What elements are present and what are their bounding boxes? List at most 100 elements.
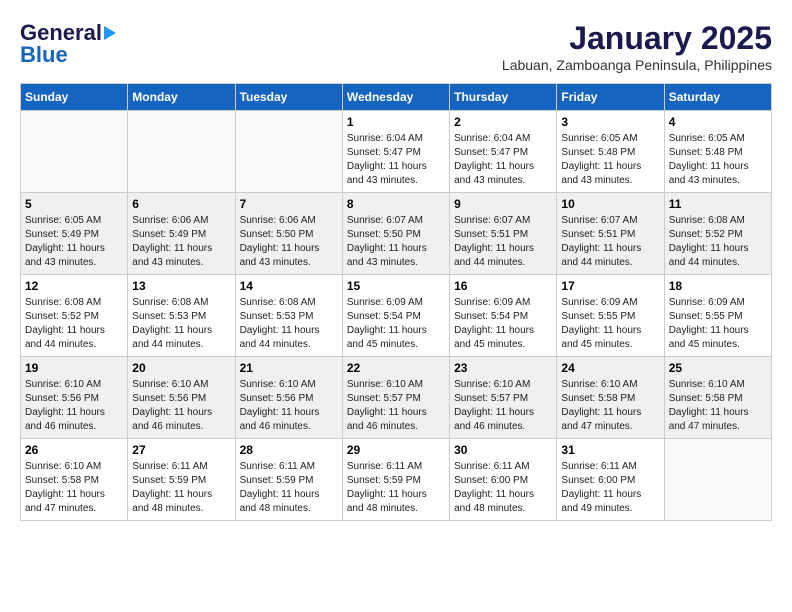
calendar-day-cell bbox=[128, 111, 235, 193]
day-number: 29 bbox=[347, 443, 445, 457]
location: Labuan, Zamboanga Peninsula, Philippines bbox=[502, 57, 772, 73]
day-info: Sunrise: 6:05 AM Sunset: 5:48 PM Dayligh… bbox=[561, 132, 659, 188]
calendar-day-cell: 27 Sunrise: 6:11 AM Sunset: 5:59 PM Dayli… bbox=[128, 439, 235, 521]
day-info: Sunrise: 6:11 AM Sunset: 6:00 PM Dayligh… bbox=[561, 460, 659, 516]
day-number: 27 bbox=[132, 443, 230, 457]
day-info: Sunrise: 6:09 AM Sunset: 5:54 PM Dayligh… bbox=[347, 296, 445, 352]
day-number: 9 bbox=[454, 197, 552, 211]
calendar-day-cell: 10Sunrise: 6:07 AM Sunset: 5:51 PM Dayli… bbox=[557, 193, 664, 275]
calendar-day-cell: 8 Sunrise: 6:07 AM Sunset: 5:50 PM Daylig… bbox=[342, 193, 449, 275]
calendar-day-cell: 15 Sunrise: 6:09 AM Sunset: 5:54 PM Dayli… bbox=[342, 275, 449, 357]
day-number: 8 bbox=[347, 197, 445, 211]
logo-arrow-icon bbox=[104, 26, 116, 40]
day-info: Sunrise: 6:08 AM Sunset: 5:52 PM Dayligh… bbox=[669, 214, 767, 270]
calendar-week-row: 26 Sunrise: 6:10 AM Sunset: 5:58 PM Dayli… bbox=[21, 439, 772, 521]
calendar-day-cell: 5 Sunrise: 6:05 AM Sunset: 5:49 PM Daylig… bbox=[21, 193, 128, 275]
calendar-day-cell: 1Sunrise: 6:04 AM Sunset: 5:47 PM Daylig… bbox=[342, 111, 449, 193]
day-info: Sunrise: 6:07 AM Sunset: 5:50 PM Dayligh… bbox=[347, 214, 445, 270]
day-header-tuesday: Tuesday bbox=[235, 84, 342, 111]
day-header-sunday: Sunday bbox=[21, 84, 128, 111]
page-header: General Blue January 2025 Labuan, Zamboa… bbox=[20, 20, 772, 73]
calendar-day-cell: 11 Sunrise: 6:08 AM Sunset: 5:52 PM Dayli… bbox=[664, 193, 771, 275]
day-info: Sunrise: 6:11 AM Sunset: 5:59 PM Dayligh… bbox=[132, 460, 230, 516]
day-number: 14 bbox=[240, 279, 338, 293]
day-info: Sunrise: 6:05 AM Sunset: 5:49 PM Dayligh… bbox=[25, 214, 123, 270]
calendar-day-cell: 29Sunrise: 6:11 AM Sunset: 5:59 PM Dayli… bbox=[342, 439, 449, 521]
calendar-day-cell: 19Sunrise: 6:10 AM Sunset: 5:56 PM Dayli… bbox=[21, 357, 128, 439]
day-number: 12 bbox=[25, 279, 123, 293]
day-number: 17 bbox=[561, 279, 659, 293]
calendar-day-cell: 20 Sunrise: 6:10 AM Sunset: 5:56 PM Dayli… bbox=[128, 357, 235, 439]
day-header-friday: Friday bbox=[557, 84, 664, 111]
calendar-week-row: 1 Sunrise: 6:04 AM Sunset: 5:47 PM Daylig… bbox=[21, 111, 772, 193]
calendar-day-cell bbox=[21, 111, 128, 193]
calendar-day-cell: 31 Sunrise: 6:11 AM Sunset: 6:00 PM Dayli… bbox=[557, 439, 664, 521]
day-number: 5 bbox=[25, 197, 123, 211]
day-info: Sunrise: 6:07 AM Sunset: 5:51 PM Dayligh… bbox=[561, 214, 659, 270]
day-info: Sunrise: 6:10 AM Sunset: 5:58 PM Dayligh… bbox=[561, 378, 659, 434]
day-info: Sunrise: 6:09 AM Sunset: 5:54 PM Dayligh… bbox=[454, 296, 552, 352]
calendar-day-cell: 21Sunrise: 6:10 AM Sunset: 5:56 PM Dayli… bbox=[235, 357, 342, 439]
title-block: January 2025 Labuan, Zamboanga Peninsula… bbox=[502, 20, 772, 73]
day-info: Sunrise: 6:04 AM Sunset: 5:47 PM Dayligh… bbox=[454, 132, 552, 188]
day-info: Sunrise: 6:10 AM Sunset: 5:56 PM Dayligh… bbox=[25, 378, 123, 434]
calendar-table: SundayMondayTuesdayWednesdayThursdayFrid… bbox=[20, 83, 772, 521]
calendar-day-cell: 12 Sunrise: 6:08 AM Sunset: 5:52 PM Dayli… bbox=[21, 275, 128, 357]
calendar-day-cell: 26 Sunrise: 6:10 AM Sunset: 5:58 PM Dayli… bbox=[21, 439, 128, 521]
calendar-header-row: SundayMondayTuesdayWednesdayThursdayFrid… bbox=[21, 84, 772, 111]
day-header-wednesday: Wednesday bbox=[342, 84, 449, 111]
calendar-day-cell: 23Sunrise: 6:10 AM Sunset: 5:57 PM Dayli… bbox=[450, 357, 557, 439]
day-info: Sunrise: 6:05 AM Sunset: 5:48 PM Dayligh… bbox=[669, 132, 767, 188]
day-number: 30 bbox=[454, 443, 552, 457]
calendar-day-cell: 16Sunrise: 6:09 AM Sunset: 5:54 PM Dayli… bbox=[450, 275, 557, 357]
calendar-day-cell: 28Sunrise: 6:11 AM Sunset: 5:59 PM Dayli… bbox=[235, 439, 342, 521]
logo: General Blue bbox=[20, 20, 116, 68]
calendar-day-cell: 18 Sunrise: 6:09 AM Sunset: 5:55 PM Dayli… bbox=[664, 275, 771, 357]
day-info: Sunrise: 6:10 AM Sunset: 5:58 PM Dayligh… bbox=[25, 460, 123, 516]
day-info: Sunrise: 6:08 AM Sunset: 5:53 PM Dayligh… bbox=[240, 296, 338, 352]
calendar-day-cell: 3Sunrise: 6:05 AM Sunset: 5:48 PM Daylig… bbox=[557, 111, 664, 193]
day-info: Sunrise: 6:09 AM Sunset: 5:55 PM Dayligh… bbox=[669, 296, 767, 352]
calendar-day-cell: 14 Sunrise: 6:08 AM Sunset: 5:53 PM Dayli… bbox=[235, 275, 342, 357]
day-number: 2 bbox=[454, 115, 552, 129]
day-number: 18 bbox=[669, 279, 767, 293]
day-number: 28 bbox=[240, 443, 338, 457]
day-number: 13 bbox=[132, 279, 230, 293]
calendar-week-row: 19Sunrise: 6:10 AM Sunset: 5:56 PM Dayli… bbox=[21, 357, 772, 439]
calendar-day-cell bbox=[664, 439, 771, 521]
day-header-thursday: Thursday bbox=[450, 84, 557, 111]
calendar-week-row: 12 Sunrise: 6:08 AM Sunset: 5:52 PM Dayli… bbox=[21, 275, 772, 357]
calendar-day-cell bbox=[235, 111, 342, 193]
calendar-week-row: 5 Sunrise: 6:05 AM Sunset: 5:49 PM Daylig… bbox=[21, 193, 772, 275]
day-number: 21 bbox=[240, 361, 338, 375]
day-number: 7 bbox=[240, 197, 338, 211]
calendar-day-cell: 2 Sunrise: 6:04 AM Sunset: 5:47 PM Daylig… bbox=[450, 111, 557, 193]
calendar-day-cell: 30 Sunrise: 6:11 AM Sunset: 6:00 PM Dayli… bbox=[450, 439, 557, 521]
day-info: Sunrise: 6:10 AM Sunset: 5:56 PM Dayligh… bbox=[132, 378, 230, 434]
calendar-day-cell: 22 Sunrise: 6:10 AM Sunset: 5:57 PM Dayli… bbox=[342, 357, 449, 439]
day-number: 24 bbox=[561, 361, 659, 375]
month-title: January 2025 bbox=[502, 20, 772, 57]
day-number: 11 bbox=[669, 197, 767, 211]
day-info: Sunrise: 6:09 AM Sunset: 5:55 PM Dayligh… bbox=[561, 296, 659, 352]
day-info: Sunrise: 6:11 AM Sunset: 6:00 PM Dayligh… bbox=[454, 460, 552, 516]
day-info: Sunrise: 6:07 AM Sunset: 5:51 PM Dayligh… bbox=[454, 214, 552, 270]
day-number: 6 bbox=[132, 197, 230, 211]
day-number: 4 bbox=[669, 115, 767, 129]
day-number: 22 bbox=[347, 361, 445, 375]
calendar-day-cell: 13 Sunrise: 6:08 AM Sunset: 5:53 PM Dayli… bbox=[128, 275, 235, 357]
calendar-day-cell: 17 Sunrise: 6:09 AM Sunset: 5:55 PM Dayli… bbox=[557, 275, 664, 357]
day-number: 31 bbox=[561, 443, 659, 457]
day-info: Sunrise: 6:08 AM Sunset: 5:52 PM Dayligh… bbox=[25, 296, 123, 352]
day-number: 1 bbox=[347, 115, 445, 129]
day-number: 25 bbox=[669, 361, 767, 375]
day-info: Sunrise: 6:10 AM Sunset: 5:57 PM Dayligh… bbox=[347, 378, 445, 434]
day-info: Sunrise: 6:08 AM Sunset: 5:53 PM Dayligh… bbox=[132, 296, 230, 352]
calendar-day-cell: 6Sunrise: 6:06 AM Sunset: 5:49 PM Daylig… bbox=[128, 193, 235, 275]
calendar-day-cell: 4 Sunrise: 6:05 AM Sunset: 5:48 PM Daylig… bbox=[664, 111, 771, 193]
calendar-day-cell: 24 Sunrise: 6:10 AM Sunset: 5:58 PM Dayli… bbox=[557, 357, 664, 439]
day-number: 23 bbox=[454, 361, 552, 375]
day-number: 15 bbox=[347, 279, 445, 293]
day-number: 20 bbox=[132, 361, 230, 375]
day-number: 26 bbox=[25, 443, 123, 457]
